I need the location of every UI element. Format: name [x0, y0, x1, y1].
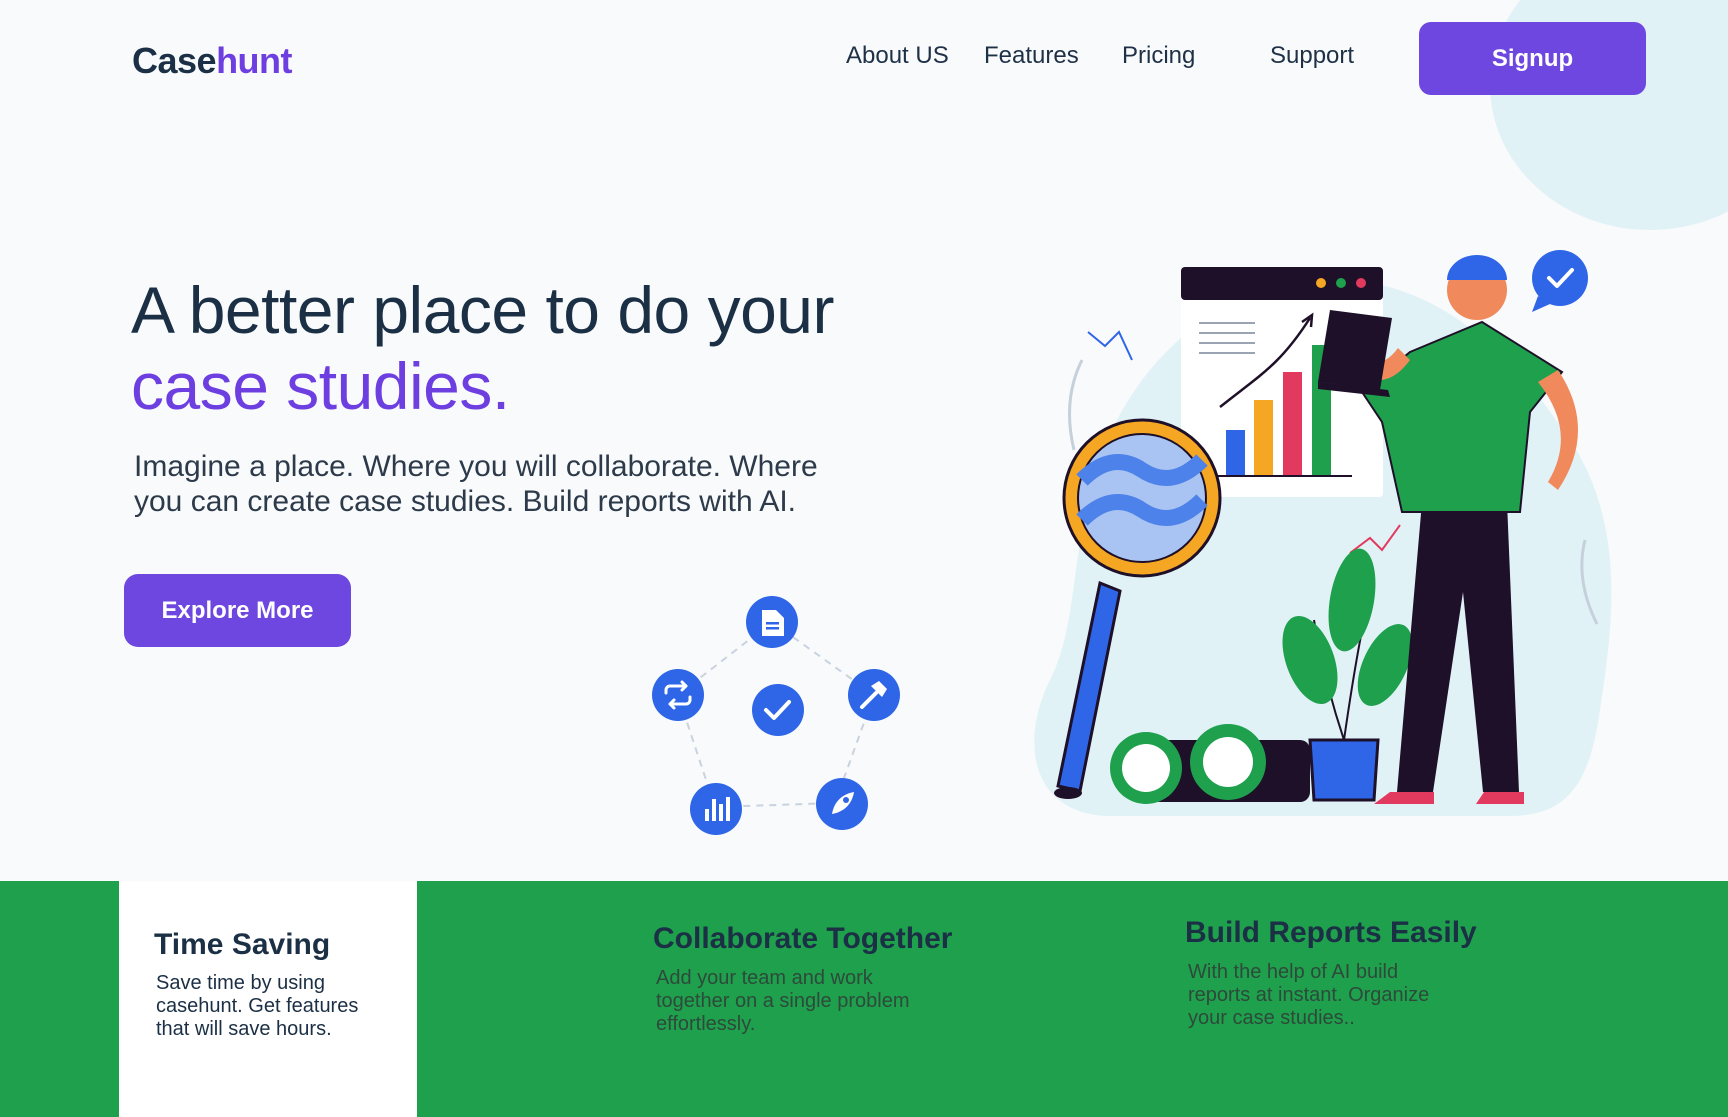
hero-description: Imagine a place. Where you will collabor…: [134, 450, 818, 518]
chat-check-icon: [1532, 250, 1588, 312]
feature-title-build-reports: Build Reports Easily: [1185, 916, 1477, 949]
logo[interactable]: Casehunt: [132, 40, 293, 82]
repeat-icon: [652, 669, 704, 721]
feature-desc-build-reports: With the help of AI build reports at ins…: [1188, 961, 1430, 1029]
hero-headline: A better place to do your: [131, 273, 834, 347]
check-icon: [752, 684, 804, 736]
hero-headline-accent: case studies.: [131, 349, 510, 423]
bar-chart-icon: [690, 783, 742, 835]
feature-title-collaborate: Collaborate Together: [653, 922, 953, 955]
nav-pricing[interactable]: Pricing: [1122, 42, 1195, 70]
explore-more-button[interactable]: Explore More: [124, 574, 351, 647]
feature-desc-time-saving: Save time by using casehunt. Get feature…: [156, 972, 359, 1040]
rocket-icon: [816, 778, 868, 830]
signup-button[interactable]: Signup: [1419, 22, 1646, 95]
nav-features[interactable]: Features: [984, 42, 1079, 70]
nav-about-us[interactable]: About US: [846, 42, 949, 70]
workflow-icons-graphic: [652, 596, 900, 835]
nav-support[interactable]: Support: [1270, 42, 1354, 70]
hammer-icon: [848, 669, 900, 721]
feature-title-time-saving: Time Saving: [154, 928, 331, 961]
document-icon: [746, 596, 798, 648]
hero-illustration: [1034, 250, 1612, 816]
feature-desc-collaborate: Add your team and work together on a sin…: [656, 967, 910, 1035]
